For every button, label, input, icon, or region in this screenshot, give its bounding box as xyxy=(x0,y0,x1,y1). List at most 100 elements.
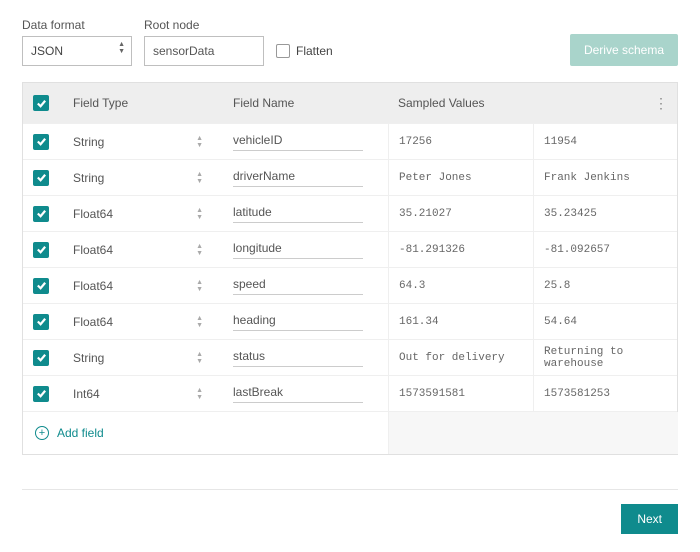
field-type-select[interactable]: Float64 ▲▼ xyxy=(63,268,223,303)
config-toolbar: Data format JSON ▲▼ Root node Flatten De… xyxy=(22,18,678,66)
sampled-value-1: 64.3 xyxy=(388,268,533,303)
row-checkbox[interactable] xyxy=(23,304,63,339)
data-format-value: JSON xyxy=(31,44,63,58)
checkbox-checked-icon xyxy=(33,206,49,222)
add-field-row: + Add field xyxy=(23,411,677,454)
sampled-value-2: 35.23425 xyxy=(533,196,678,231)
checkbox-checked-icon xyxy=(33,95,49,111)
table-row: Float64 ▲▼ latitude 35.2102735.23425 xyxy=(23,195,677,231)
checkbox-checked-icon xyxy=(33,278,49,294)
sampled-value-1: 161.34 xyxy=(388,304,533,339)
flatten-label: Flatten xyxy=(296,44,333,58)
field-name-value: latitude xyxy=(233,205,363,223)
checkbox-checked-icon xyxy=(33,170,49,186)
row-checkbox[interactable] xyxy=(23,376,63,411)
root-node-input[interactable] xyxy=(144,36,264,66)
field-type-select[interactable]: Float64▲▼ xyxy=(63,304,223,339)
field-name-input[interactable]: latitude xyxy=(223,196,388,231)
sampled-value-1: 17256 xyxy=(388,124,533,159)
field-type-value: Float64 xyxy=(73,207,113,221)
field-type-value: Float64 xyxy=(73,279,113,293)
header-sampled: Sampled Values ⋮ xyxy=(388,83,678,123)
add-field-button[interactable]: + Add field xyxy=(23,412,388,454)
root-node-label: Root node xyxy=(144,18,264,32)
field-name-input[interactable]: lastBreak xyxy=(223,376,388,411)
field-name-input[interactable]: speed xyxy=(223,268,388,303)
field-name-input[interactable]: status xyxy=(223,340,388,375)
row-checkbox[interactable] xyxy=(23,340,63,375)
checkbox-icon xyxy=(276,44,290,58)
flatten-checkbox[interactable]: Flatten xyxy=(276,36,333,66)
sampled-value-2: Returning to warehouse xyxy=(533,340,678,375)
table-row: String ▲▼ driverName Peter JonesFrank Jenki… xyxy=(23,159,677,195)
row-checkbox[interactable] xyxy=(23,160,63,195)
sampled-value-2: 11954 xyxy=(533,124,678,159)
sampled-value-1: 35.21027 xyxy=(388,196,533,231)
header-checkbox-cell[interactable] xyxy=(23,83,63,123)
select-stepper-icon: ▲▼ xyxy=(196,279,203,293)
table-row: Float64 ▲▼ speed 64.325.8 xyxy=(23,267,677,303)
sampled-value-1: -81.291326 xyxy=(388,232,533,267)
field-type-value: Float64 xyxy=(73,243,113,257)
select-stepper-icon: ▲▼ xyxy=(196,315,203,329)
field-type-select[interactable]: Int64 ▲▼ xyxy=(63,376,223,411)
field-type-value: String xyxy=(73,171,104,185)
add-field-label: Add field xyxy=(57,426,104,440)
sampled-value-2: 1573581253 xyxy=(533,376,678,411)
field-name-input[interactable]: heading xyxy=(223,304,388,339)
select-stepper-icon: ▲▼ xyxy=(196,387,203,401)
header-field-type: Field Type xyxy=(63,83,223,123)
field-type-select[interactable]: Float64▲▼ xyxy=(63,232,223,267)
next-button[interactable]: Next xyxy=(621,504,678,534)
field-name-value: heading xyxy=(233,313,363,331)
sampled-value-2: 25.8 xyxy=(533,268,678,303)
sampled-value-2: Frank Jenkins xyxy=(533,160,678,195)
checkbox-checked-icon xyxy=(33,134,49,150)
select-stepper-icon: ▲▼ xyxy=(196,351,203,365)
select-stepper-icon: ▲▼ xyxy=(196,171,203,185)
select-stepper-icon: ▲▼ xyxy=(196,135,203,149)
derive-schema-button[interactable]: Derive schema xyxy=(570,34,678,66)
field-type-select[interactable]: String ▲▼ xyxy=(63,160,223,195)
sampled-value-1: 1573591581 xyxy=(388,376,533,411)
select-stepper-icon: ▲▼ xyxy=(196,207,203,221)
sampled-value-1: Out for delivery xyxy=(388,340,533,375)
checkbox-checked-icon xyxy=(33,242,49,258)
field-name-value: driverName xyxy=(233,169,363,187)
sampled-value-2: -81.092657 xyxy=(533,232,678,267)
table-header: Field Type Field Name Sampled Values ⋮ xyxy=(23,83,677,123)
sampled-value-1: Peter Jones xyxy=(388,160,533,195)
field-name-value: longitude xyxy=(233,241,363,259)
data-format-label: Data format xyxy=(22,18,132,32)
table-row: Float64▲▼ longitude -81.291326-81.092657 xyxy=(23,231,677,267)
field-name-value: status xyxy=(233,349,363,367)
field-name-value: speed xyxy=(233,277,363,295)
root-node-group: Root node xyxy=(144,18,264,66)
field-type-value: Int64 xyxy=(73,387,100,401)
data-format-group: Data format JSON ▲▼ xyxy=(22,18,132,66)
row-checkbox[interactable] xyxy=(23,268,63,303)
field-name-value: vehicleID xyxy=(233,133,363,151)
field-type-select[interactable]: String ▲▼ xyxy=(63,124,223,159)
data-format-select[interactable]: JSON ▲▼ xyxy=(22,36,132,66)
row-checkbox[interactable] xyxy=(23,124,63,159)
header-field-name: Field Name xyxy=(223,83,388,123)
field-type-select[interactable]: String ▲▼ xyxy=(63,340,223,375)
more-icon[interactable]: ⋮ xyxy=(654,96,668,110)
field-name-value: lastBreak xyxy=(233,385,363,403)
schema-table: Field Type Field Name Sampled Values ⋮ S… xyxy=(22,82,678,455)
field-type-value: String xyxy=(73,351,104,365)
field-type-value: String xyxy=(73,135,104,149)
table-row: String ▲▼ vehicleID 1725611954 xyxy=(23,123,677,159)
table-row: String ▲▼ status Out for deliveryReturning … xyxy=(23,339,677,375)
row-checkbox[interactable] xyxy=(23,232,63,267)
field-name-input[interactable]: vehicleID xyxy=(223,124,388,159)
table-row: Float64▲▼ heading 161.3454.64 xyxy=(23,303,677,339)
sampled-value-2: 54.64 xyxy=(533,304,678,339)
field-name-input[interactable]: longitude xyxy=(223,232,388,267)
checkbox-checked-icon xyxy=(33,386,49,402)
field-name-input[interactable]: driverName xyxy=(223,160,388,195)
field-type-select[interactable]: Float64 ▲▼ xyxy=(63,196,223,231)
checkbox-checked-icon xyxy=(33,314,49,330)
row-checkbox[interactable] xyxy=(23,196,63,231)
